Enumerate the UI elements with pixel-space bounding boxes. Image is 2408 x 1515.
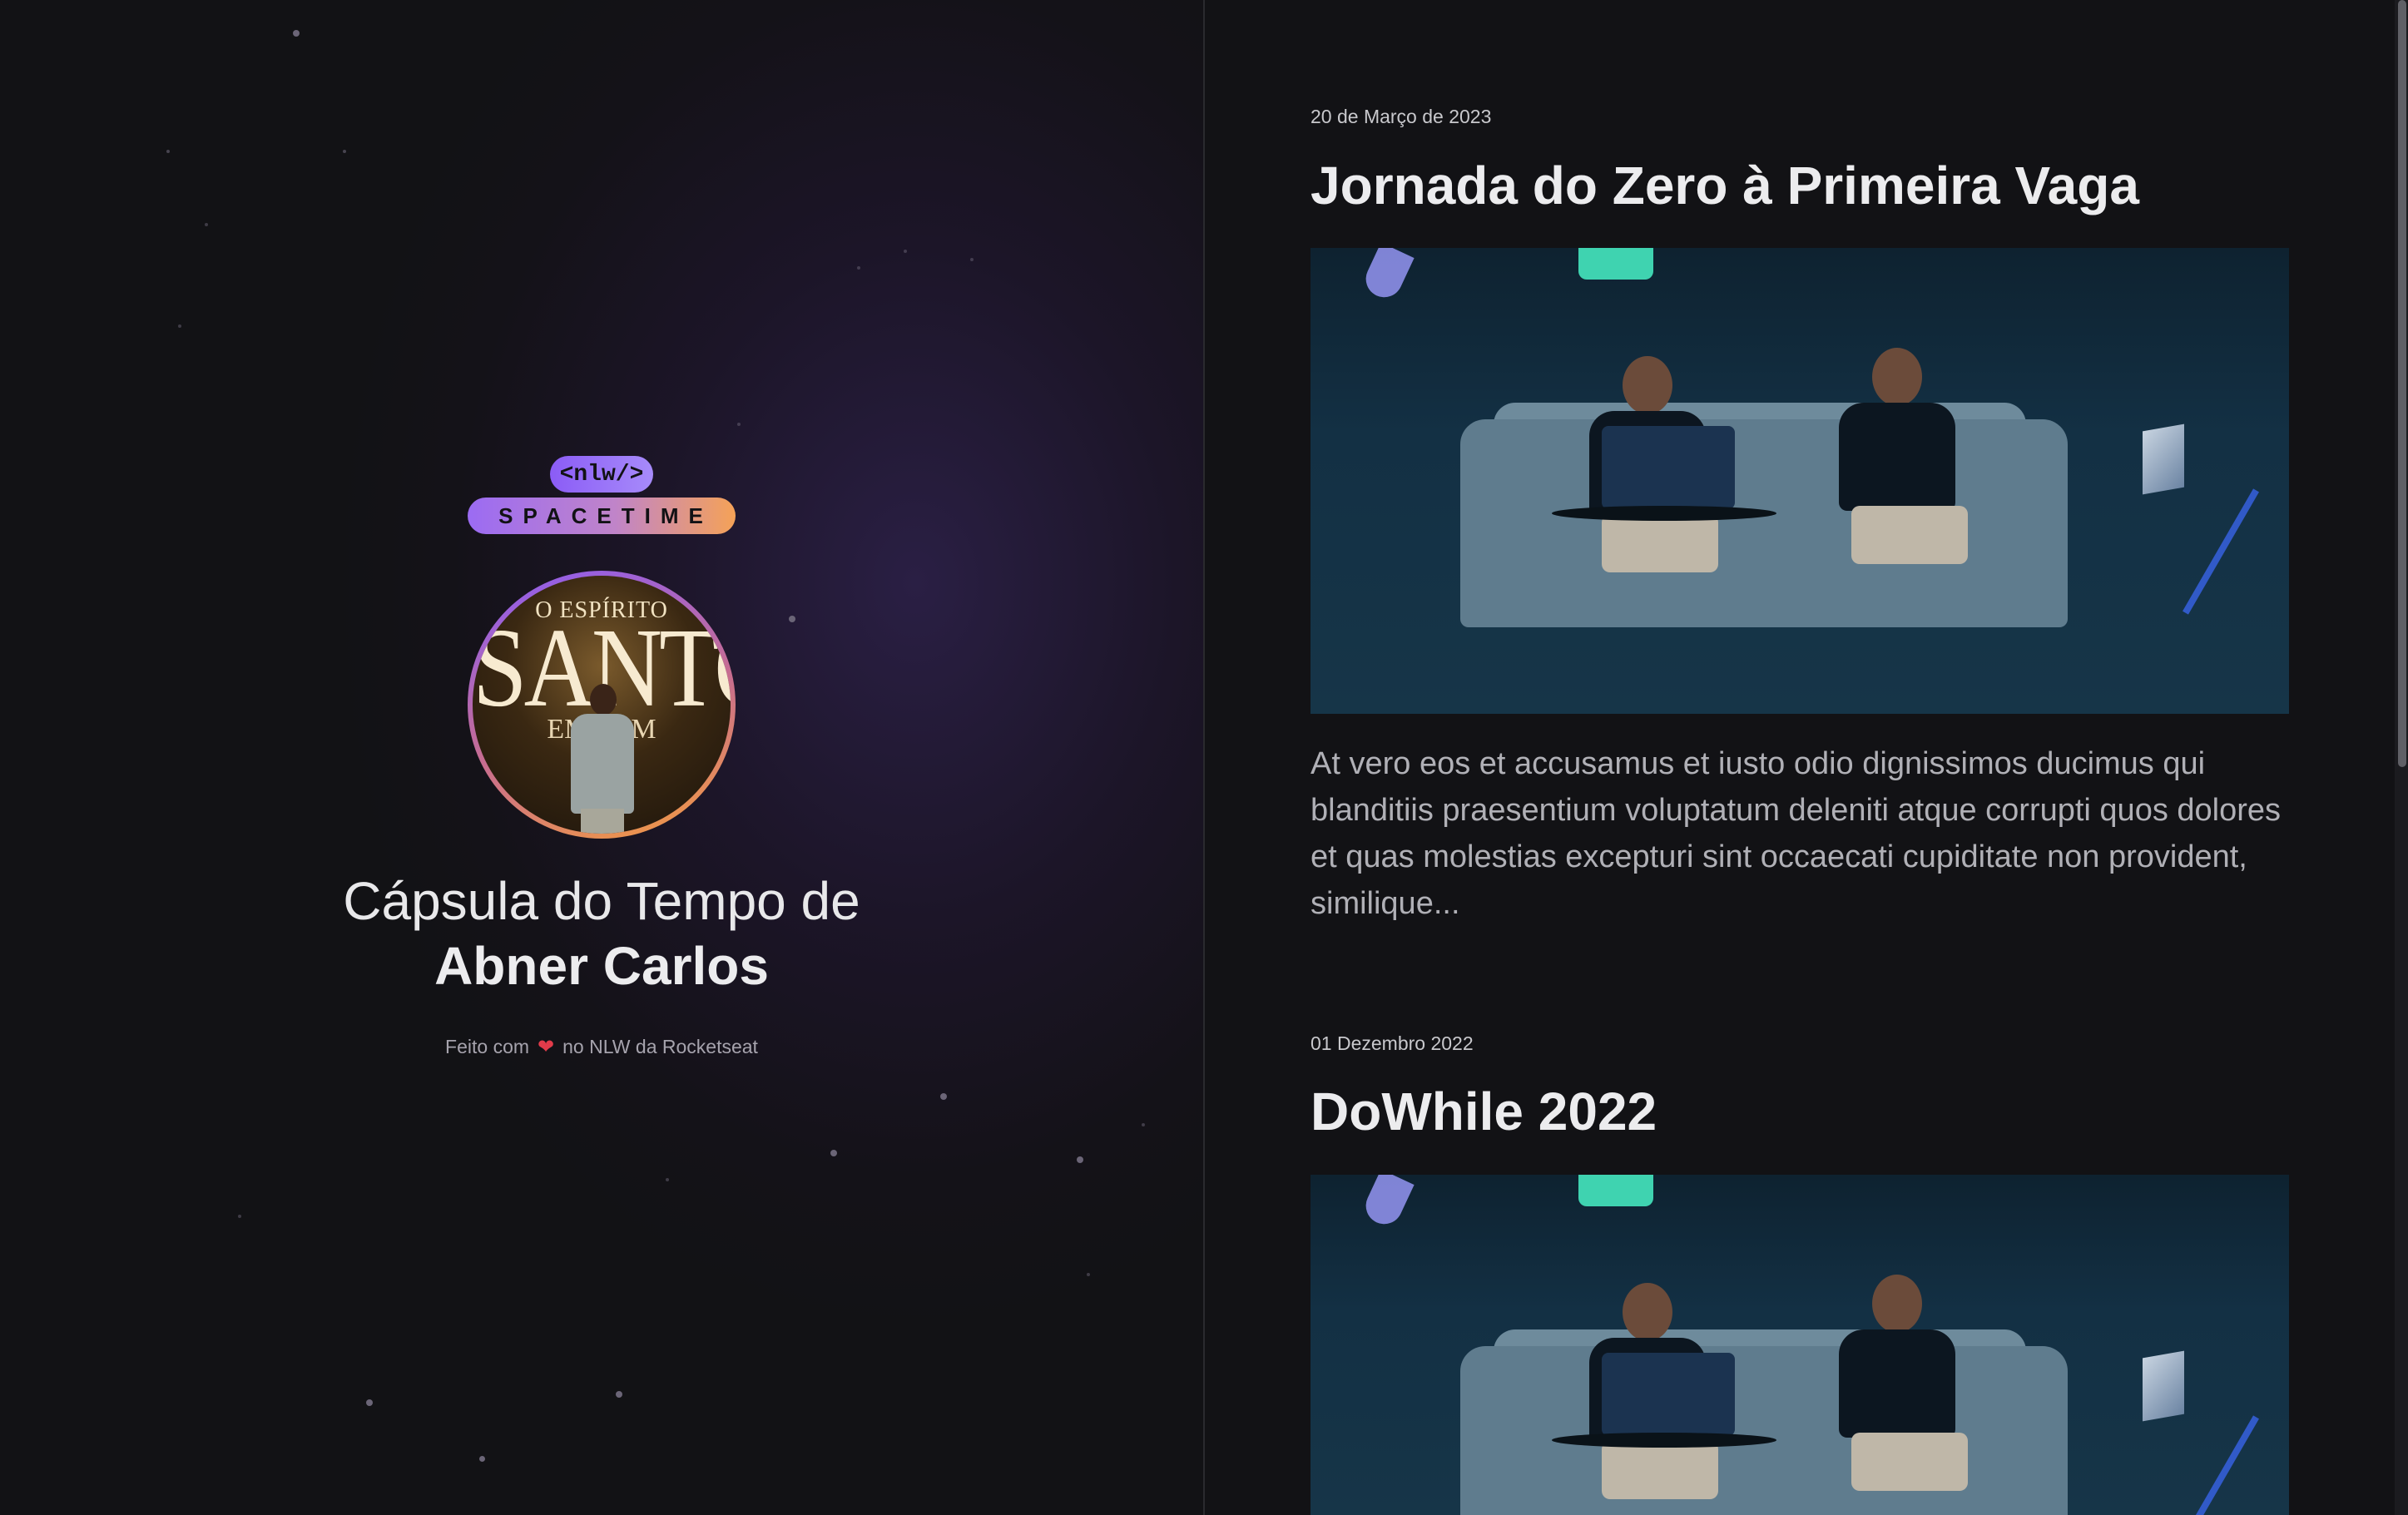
heart-icon: ❤ [538,1036,555,1058]
star [940,1093,947,1100]
avatar-person [562,684,642,834]
logo-nlw-badge: <nlw/> [550,456,653,493]
star [1142,1123,1145,1126]
memory-title: DoWhile 2022 [1311,1082,1657,1141]
star [904,250,907,253]
star [830,1150,837,1156]
star [293,30,300,37]
star [178,324,181,328]
star [666,1178,669,1181]
nlw-spacetime-logo: <nlw/> SPACETIME [466,456,737,539]
footer-credit: Feito com ❤ no NLW da Rocketseat [0,1035,1203,1059]
panel-divider [1203,0,1205,1515]
star [166,150,170,153]
avatar-photo: O ESPÍRITO SANTO EM MIM [473,576,731,834]
scrollbar-thumb[interactable] [2398,0,2406,767]
star [1087,1273,1090,1276]
credit-link[interactable]: no NLW da Rocketseat [562,1036,758,1058]
star [1077,1156,1083,1163]
memory-title: Jornada do Zero à Primeira Vaga [1311,156,2139,215]
hero-panel: <nlw/> SPACETIME O ESPÍRITO SANTO EM MIM… [0,0,1203,1515]
star [205,223,208,226]
memory-date: 01 Dezembro 2022 [1311,1032,1474,1054]
star [970,258,974,261]
star [737,423,741,426]
star [479,1456,485,1462]
star [343,150,346,153]
star [366,1399,373,1406]
memory-cover-image [1311,248,2289,714]
star [238,1215,241,1218]
page-title-name: Abner Carlos [434,936,769,996]
star [616,1391,622,1398]
star [789,616,795,622]
logo-spacetime-badge: SPACETIME [468,498,736,534]
memory-date: 20 de Março de 2023 [1311,106,1492,127]
memory-cover-image [1311,1175,2289,1515]
credit-text-before: Feito com [445,1036,530,1057]
page-title-prefix: Cápsula do Tempo de [343,871,860,931]
star [857,266,860,270]
avatar[interactable]: O ESPÍRITO SANTO EM MIM [468,571,736,839]
memory-excerpt: At vero eos et accusamus et iusto odio d… [1311,746,2282,921]
